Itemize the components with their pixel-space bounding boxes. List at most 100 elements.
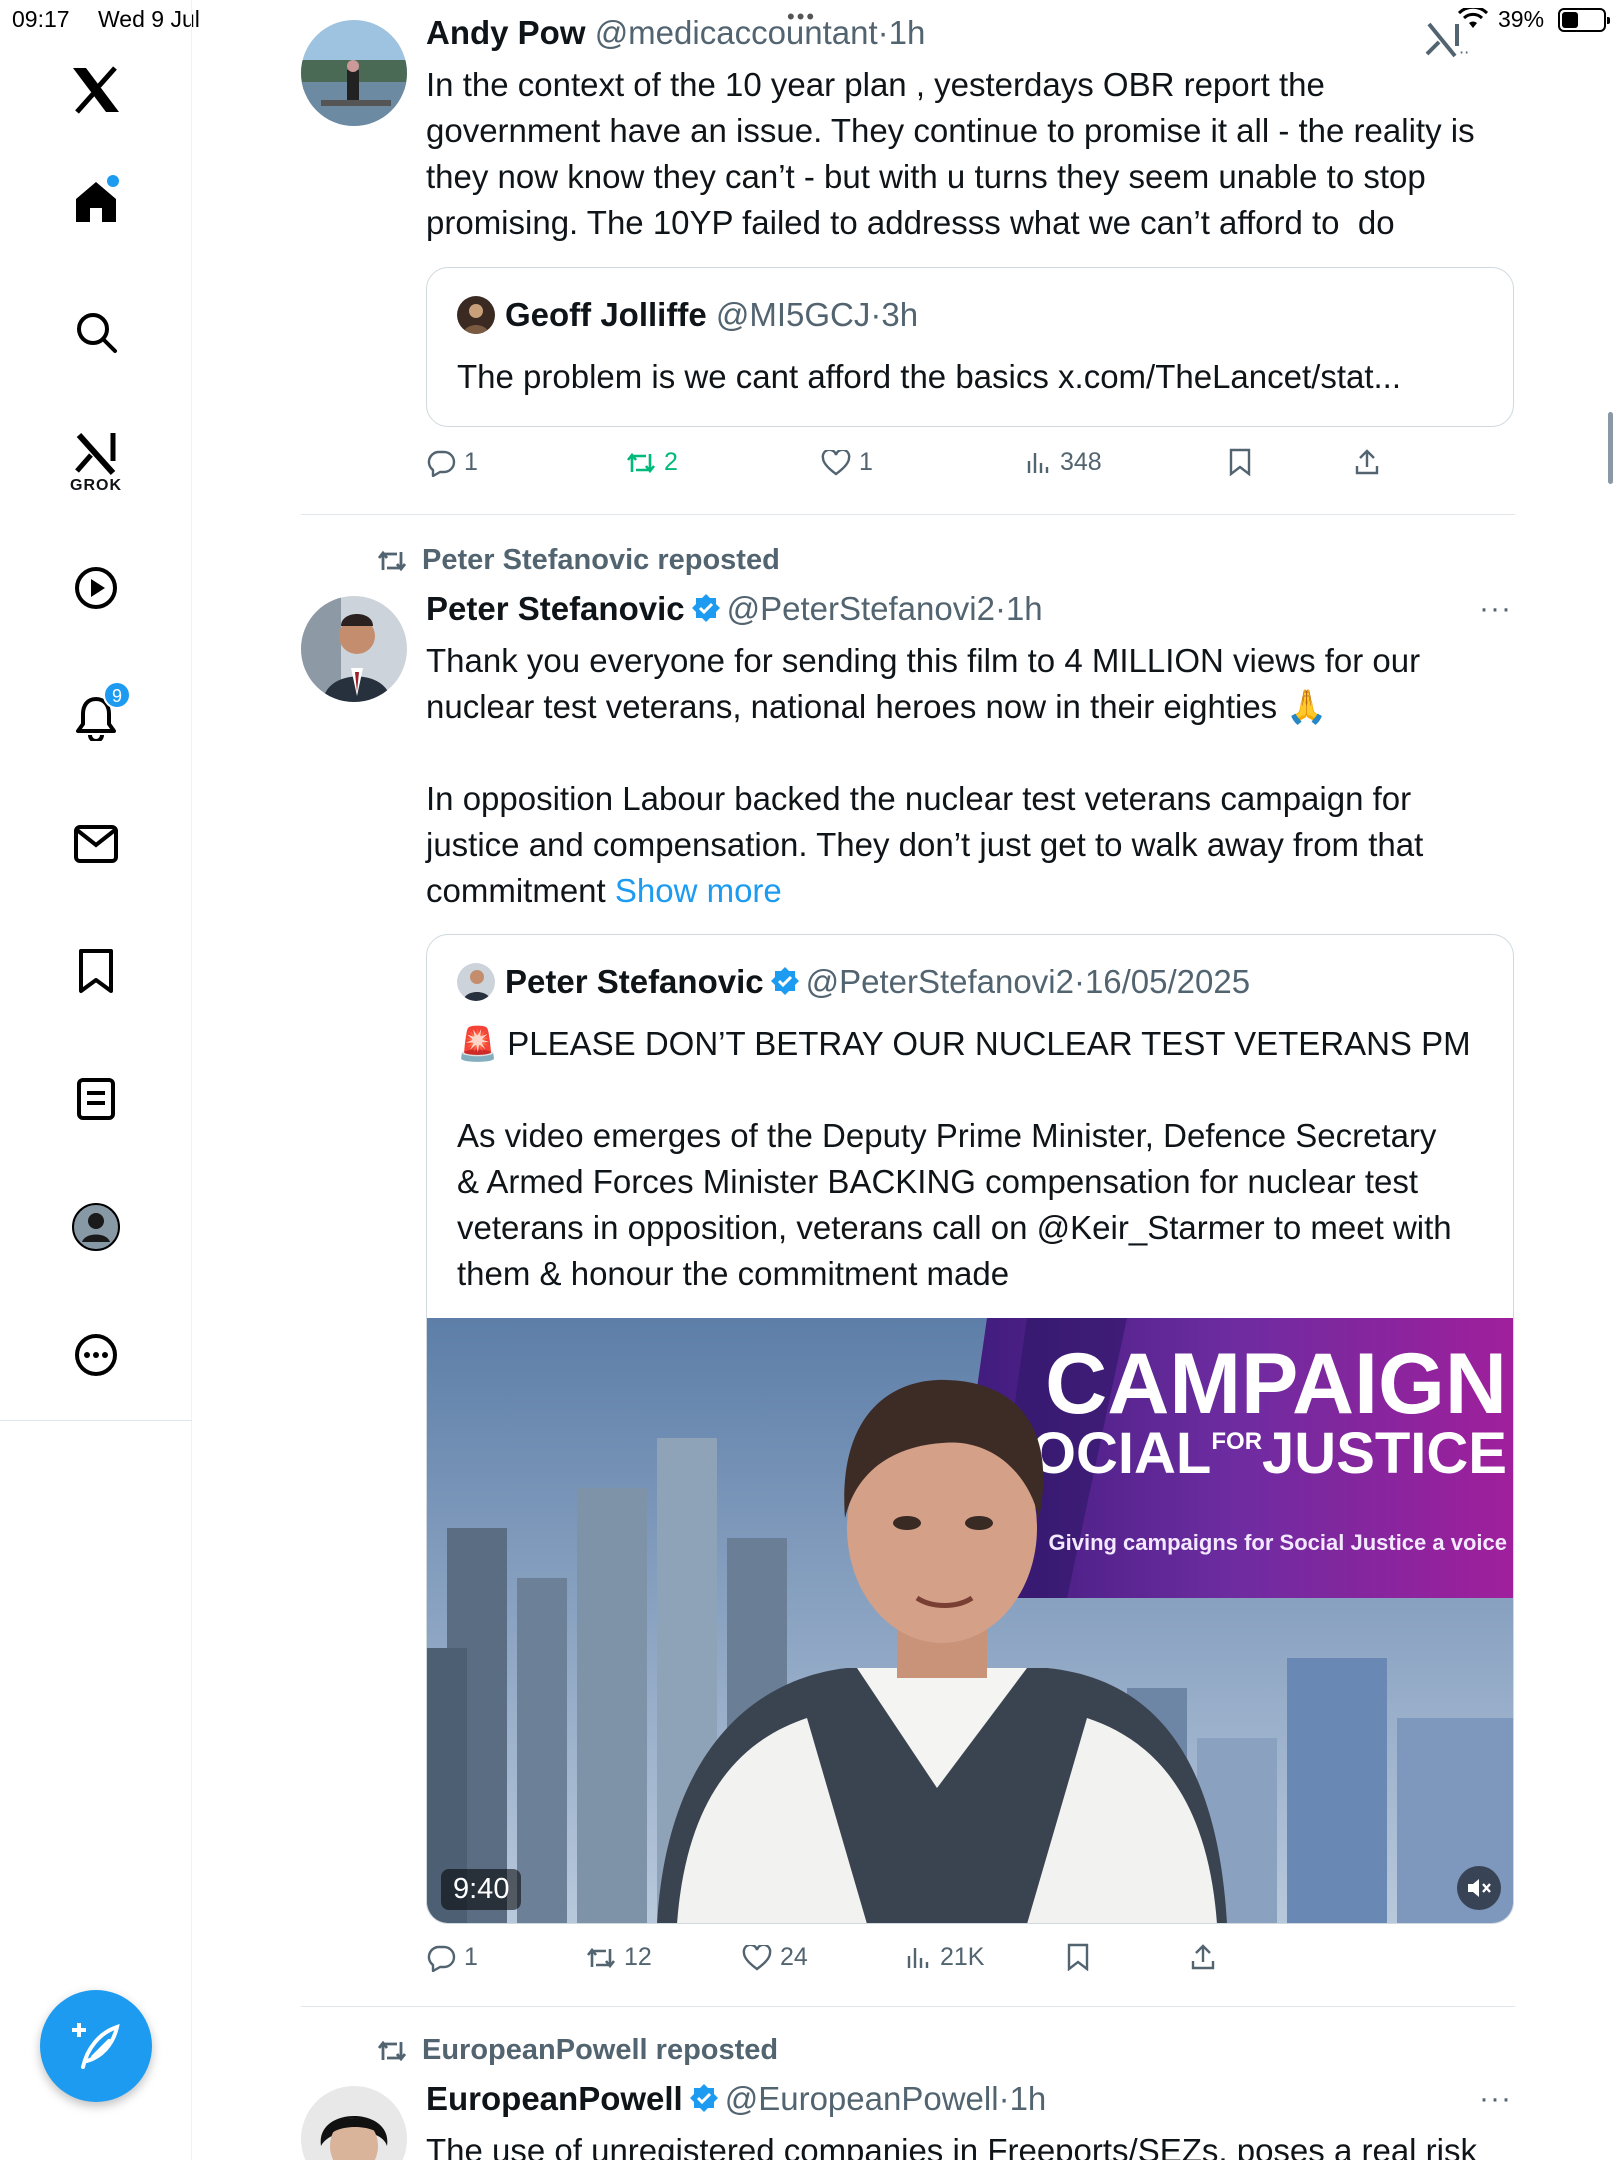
views-button[interactable]: 348 [1026,448,1102,477]
share-button[interactable] [1190,1943,1216,1971]
show-more-link[interactable]: Show more [615,872,782,909]
heart-icon [821,449,851,475]
tweet-header: EuropeanPowell @EuropeanPowell·1h [426,2080,1046,2118]
bookmark-icon [1067,1943,1089,1971]
video-duration: 9:40 [441,1869,522,1910]
views-count: 348 [1060,448,1102,476]
repost-icon [626,452,656,473]
share-button[interactable] [1354,448,1380,476]
author-handle[interactable]: @medicaccountant [595,14,878,51]
repost-count: 12 [624,1943,652,1971]
nav-messages[interactable] [0,819,192,869]
tweet-text: The use of unregistered companies in Fre… [426,2132,1477,2160]
quoted-author-name: Peter Stefanovic [505,963,764,1000]
tweet-time[interactable]: 1h [889,14,926,51]
nav-notifications[interactable]: 9 [0,681,192,744]
video-banner-for: FOR [1211,1428,1262,1455]
svg-text:···: ··· [1459,43,1469,58]
compose-icon [72,2023,120,2069]
video-banner-justice: JUSTICE [1262,1421,1507,1486]
quoted-avatar[interactable] [457,963,495,1001]
like-button[interactable]: 1 [821,448,873,477]
video-icon [75,567,117,609]
nav-search[interactable] [0,307,192,357]
quoted-tweet[interactable]: Geoff Jolliffe @MI5GCJ·3h The problem is… [426,267,1514,427]
tweet-actions: 1 12 24 21K [426,1943,1516,1983]
like-button[interactable]: 24 [742,1943,808,1972]
author-handle[interactable]: @EuropeanPowell [725,2080,999,2117]
search-icon [77,313,117,353]
views-icon [1027,452,1049,473]
nav-more[interactable] [0,1330,192,1380]
grok-label: GROK [70,477,122,494]
quoted-tweet[interactable]: Peter Stefanovic @PeterStefanovi2·16/05/2… [426,934,1514,1924]
compose-button[interactable] [40,1990,152,2102]
video-banner-tagline: Giving campaigns for Social Justice a vo… [1049,1530,1508,1555]
views-count: 21K [940,1943,985,1971]
separator-dot: · [1073,963,1085,1000]
mute-button[interactable] [1457,1866,1501,1910]
repost-icon [586,1947,616,1968]
quoted-author-handle: @PeterStefanovi2 [805,963,1074,1000]
separator-dot: · [877,14,889,51]
grok-explain-icon[interactable]: ··· [1425,22,1469,58]
nav-profile[interactable] [0,1201,192,1253]
x-logo-icon[interactable] [0,62,192,118]
repost-context: EuropeanPowell reposted [376,2034,778,2067]
quoted-tweet-time: 16/05/2025 [1084,963,1251,1000]
repost-icon [377,2040,407,2061]
quoted-tweet-header: Peter Stefanovic @PeterStefanovi2·16/05/2… [457,963,1250,1001]
views-button[interactable]: 21K [906,1943,984,1972]
reply-count: 1 [464,448,478,476]
nav-bookmarks[interactable] [0,946,192,996]
quoted-author-name: Geoff Jolliffe [505,296,707,333]
views-icon [907,1947,929,1968]
verified-badge-icon [691,594,720,622]
speaker-muted-icon [1468,1879,1491,1897]
tweet-time[interactable]: 1h [1010,2080,1047,2117]
lists-icon [77,1078,115,1120]
separator-dot: · [998,2080,1010,2117]
like-count: 1 [859,448,873,476]
profile-icon [72,1203,120,1251]
more-options-icon[interactable]: ··· [1479,592,1512,626]
author-handle[interactable]: @PeterStefanovi2 [727,590,995,627]
author-name[interactable]: Andy Pow [426,14,586,51]
avatar[interactable] [301,20,407,126]
tweet-divider [301,2006,1515,2007]
nav-grok[interactable]: GROK [0,428,192,498]
repost-button[interactable]: 2 [626,448,678,477]
repost-context-label[interactable]: Peter Stefanovic reposted [422,544,780,577]
grok-icon [75,432,116,475]
quoted-avatar[interactable] [457,296,495,334]
tweet-time[interactable]: 1h [1006,590,1043,627]
author-name[interactable]: EuropeanPowell [426,2080,683,2117]
notifications-badge: 9 [103,681,131,709]
reply-button[interactable]: 1 [426,448,478,477]
repost-button[interactable]: 12 [586,1943,652,1972]
home-new-dot [107,175,119,187]
more-options-icon[interactable]: ··· [1479,2082,1512,2116]
avatar[interactable] [301,596,407,702]
share-icon [1355,449,1379,475]
quoted-author-handle: @MI5GCJ [715,296,871,333]
quoted-tweet-time: 3h [881,296,919,333]
heart-icon [742,1944,772,1970]
like-count: 24 [780,1943,808,1971]
bookmark-button[interactable] [1066,1943,1090,1971]
nav-video[interactable] [0,563,192,613]
nav-home[interactable] [0,175,192,228]
bookmark-button[interactable] [1228,448,1252,476]
reply-button[interactable]: 1 [426,1943,478,1972]
repost-context-label[interactable]: EuropeanPowell reposted [422,2034,778,2067]
reply-icon [427,1945,456,1972]
tweet-text-content: Thank you everyone for sending this film… [426,642,1424,909]
nav-lists[interactable] [0,1074,192,1124]
avatar[interactable] [301,2086,407,2160]
sidebar-divider [0,1420,192,1421]
author-name[interactable]: Peter Stefanovic [426,590,685,627]
video-player[interactable]: CAMPAIGN SOCIALFORJUSTICE Giving campaig… [427,1318,1513,1923]
scrollbar-thumb[interactable] [1608,412,1613,484]
tweet-actions: 1 2 1 348 [426,448,1516,488]
repost-count: 2 [664,448,678,476]
